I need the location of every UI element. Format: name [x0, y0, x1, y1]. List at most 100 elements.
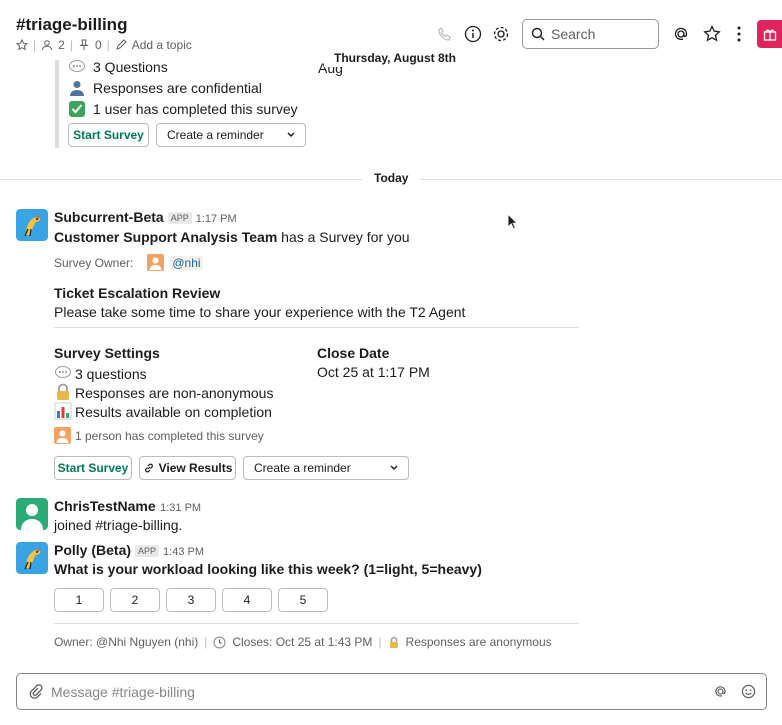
- survey-owner-label: Survey Owner:: [54, 255, 134, 270]
- survey-owner-row: Survey Owner: @nhi: [54, 254, 203, 271]
- prev-confidential-text: Responses are confidential: [93, 79, 262, 96]
- pin-icon[interactable]: [78, 39, 90, 51]
- pencil-icon: [115, 39, 127, 50]
- more-options-icon[interactable]: [734, 25, 744, 43]
- channel-name[interactable]: #triage-billing: [16, 15, 127, 35]
- respondent-avatar: [54, 427, 71, 444]
- vote-option-button[interactable]: 4: [222, 588, 272, 612]
- prev-confidential-row: Responses are confidential: [68, 77, 306, 98]
- completed-count-text: 1 person has completed this survey: [75, 428, 264, 443]
- view-results-button[interactable]: View Results: [139, 456, 236, 480]
- vote-option-button[interactable]: 2: [110, 588, 160, 612]
- user-avatar[interactable]: [16, 498, 48, 530]
- vote-option-button[interactable]: 3: [166, 588, 216, 612]
- starred-items-icon[interactable]: [703, 25, 721, 43]
- message-author[interactable]: Polly (Beta): [54, 542, 131, 558]
- setting-questions-row: 3 questions: [54, 364, 147, 382]
- message-header: Subcurrent-Beta APP 1:17 PM: [54, 209, 237, 227]
- clock-icon: [213, 636, 226, 648]
- message-header: ChrisTestName 1:31 PM: [54, 498, 201, 516]
- mentions-icon[interactable]: [672, 25, 690, 43]
- link-icon: [144, 463, 153, 473]
- mouse-cursor-icon: [507, 213, 519, 230]
- survey-description: Please take some time to share your expe…: [54, 304, 466, 320]
- prev-completed-row: 1 user has completed this survey: [68, 98, 306, 119]
- bar-chart-icon: [54, 402, 72, 420]
- message-timestamp[interactable]: 1:43 PM: [163, 546, 204, 558]
- bird-avatar[interactable]: [16, 209, 48, 241]
- close-date-value: Oct 25 at 1:17 PM: [317, 364, 430, 380]
- add-topic-link[interactable]: Add a topic: [132, 38, 192, 52]
- vote-option-button[interactable]: 5: [278, 588, 328, 612]
- setting-anonymity-row: Responses are non-anonymous: [54, 383, 273, 401]
- gift-button[interactable]: [757, 20, 782, 48]
- join-message: joined #triage-billing.: [54, 517, 183, 533]
- message-author[interactable]: ChrisTestName: [54, 498, 156, 514]
- prev-reminder-label: Create a reminder: [167, 128, 264, 142]
- gear-icon[interactable]: [492, 25, 510, 43]
- reminder-label: Create a reminder: [254, 461, 351, 475]
- check-mark-icon: [69, 100, 85, 117]
- poll-closes: Closes: Oct 25 at 1:43 PM: [232, 635, 373, 649]
- previous-survey-attachment: 3 Questions Responses are confidential 1…: [55, 56, 306, 148]
- user-silhouette-icon: [70, 80, 84, 96]
- prev-start-survey-button[interactable]: Start Survey: [68, 123, 149, 147]
- phone-icon[interactable]: [437, 26, 453, 42]
- member-count[interactable]: 2: [58, 38, 65, 52]
- search-placeholder: Search: [551, 26, 596, 42]
- poll-divider: [54, 623, 579, 624]
- paperclip-icon[interactable]: [29, 683, 43, 700]
- app-badge: APP: [167, 211, 192, 224]
- speech-bubble-icon: [69, 59, 85, 72]
- survey-title: Ticket Escalation Review: [54, 285, 221, 301]
- team-name: Customer Support Analysis Team: [54, 229, 278, 245]
- speech-bubble-icon: [55, 366, 71, 378]
- today-label: Today: [362, 171, 421, 185]
- mention-icon[interactable]: [713, 684, 728, 699]
- survey-intro-text: has a Survey for you: [281, 229, 410, 245]
- vote-option-button[interactable]: 1: [54, 588, 104, 612]
- chevron-down-icon: [390, 465, 398, 471]
- poll-question: What is your workload looking like this …: [54, 561, 482, 577]
- channel-meta: | 2 | 0 | Add a topic: [16, 38, 192, 52]
- app-badge: APP: [135, 544, 160, 557]
- poll-anonymity: Responses are anonymous: [405, 635, 552, 649]
- chevron-down-icon: [287, 132, 295, 138]
- gift-icon: [763, 29, 776, 41]
- composer-input[interactable]: Message #triage-billing: [51, 684, 195, 700]
- setting-anonymity-text: Responses are non-anonymous: [75, 385, 274, 401]
- prev-completed-text: 1 user has completed this survey: [93, 100, 298, 117]
- message-timestamp[interactable]: 1:17 PM: [196, 213, 237, 225]
- message-header: Polly (Beta) APP 1:43 PM: [54, 542, 204, 560]
- emoji-icon[interactable]: [741, 684, 756, 699]
- survey-actions: Start Survey View Results Create a remin…: [54, 456, 409, 480]
- search-icon: [531, 27, 545, 41]
- message-author[interactable]: Subcurrent-Beta: [54, 209, 164, 225]
- setting-results-row: Results available on completion: [54, 402, 272, 420]
- pin-count[interactable]: 0: [95, 38, 102, 52]
- member-icon[interactable]: [41, 39, 53, 51]
- date-divider-label: Thursday, August 8th: [324, 49, 467, 67]
- info-icon[interactable]: [464, 25, 482, 43]
- star-icon[interactable]: [16, 39, 28, 51]
- poll-owner: Owner: @Nhi Nguyen (nhi): [54, 635, 199, 649]
- prev-reminder-select[interactable]: Create a reminder: [156, 123, 306, 147]
- survey-divider: [54, 327, 579, 328]
- owner-avatar[interactable]: [147, 254, 165, 271]
- lock-icon: [57, 383, 69, 400]
- completed-count-row: 1 person has completed this survey: [54, 427, 264, 444]
- view-results-label: View Results: [158, 461, 233, 475]
- lock-icon: [389, 636, 398, 648]
- message-composer[interactable]: Message #triage-billing: [16, 673, 767, 710]
- message-timestamp[interactable]: 1:31 PM: [160, 502, 201, 514]
- bird-avatar[interactable]: [16, 542, 48, 574]
- setting-results-text: Results available on completion: [75, 404, 272, 420]
- prev-questions-text: 3 Questions: [93, 58, 168, 75]
- owner-mention[interactable]: @nhi: [170, 255, 203, 270]
- start-survey-button[interactable]: Start Survey: [54, 456, 132, 480]
- search-input[interactable]: Search: [522, 19, 659, 49]
- close-date-heading: Close Date: [317, 345, 390, 361]
- reminder-select[interactable]: Create a reminder: [243, 456, 409, 480]
- survey-settings-heading: Survey Settings: [54, 345, 160, 361]
- poll-footer: Owner: @Nhi Nguyen (nhi) | Closes: Oct 2…: [54, 635, 552, 649]
